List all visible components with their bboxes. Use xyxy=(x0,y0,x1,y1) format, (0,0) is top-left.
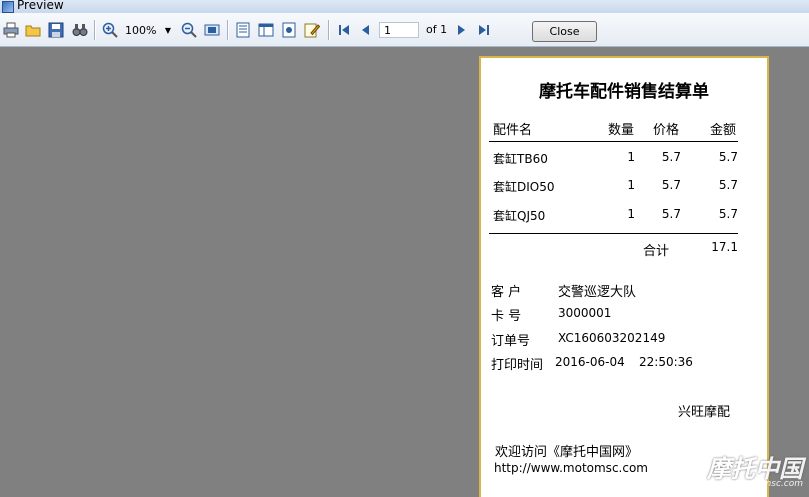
print-icon[interactable] xyxy=(2,21,20,39)
open-folder-icon[interactable] xyxy=(24,21,42,39)
properties-icon[interactable] xyxy=(280,21,298,39)
edit-icon[interactable] xyxy=(303,21,321,39)
chevron-down-icon: ▼ xyxy=(164,26,171,35)
row-amount: 5.7 xyxy=(718,207,738,221)
header-amount: 金额 xyxy=(710,123,737,138)
page-count-label: of 1 xyxy=(426,23,448,36)
receipt-page: 摩托车配件销售结算单 配件名 数量 价格 金额 套缸TB60 1 5.7 5.7… xyxy=(479,56,769,497)
site-watermark: 摩托中国 motomsc.com xyxy=(659,453,803,493)
save-icon[interactable] xyxy=(47,21,65,39)
fit-page-icon[interactable] xyxy=(203,21,221,39)
row-price: 5.7 xyxy=(661,207,681,221)
website-url: http://www.motomsc.com xyxy=(494,461,648,475)
watermark-text: 摩托中国 xyxy=(707,455,803,483)
header-divider xyxy=(489,141,738,142)
toolbar-separator xyxy=(328,20,330,40)
print-time-label: 打印时间 xyxy=(491,358,544,373)
order-value: XC160603202149 xyxy=(558,331,666,345)
page-setup-icon[interactable] xyxy=(234,21,252,39)
order-label: 订单号 xyxy=(491,334,531,349)
row-part-name: 套缸DIO50 xyxy=(493,180,555,194)
next-page-icon[interactable] xyxy=(452,21,470,39)
header-part-name: 配件名 xyxy=(493,123,533,138)
row-part-name: 套缸QJ50 xyxy=(493,209,546,223)
app-icon xyxy=(2,1,14,13)
page-number-input[interactable]: 1 xyxy=(379,22,419,38)
layout-icon[interactable] xyxy=(257,21,275,39)
row-amount: 5.7 xyxy=(718,178,738,192)
last-page-icon[interactable] xyxy=(475,21,493,39)
shop-name: 兴旺摩配 xyxy=(678,405,731,420)
previous-page-icon[interactable] xyxy=(357,21,375,39)
row-quantity: 1 xyxy=(627,150,635,164)
zoom-select[interactable]: 100% ▼ xyxy=(125,22,173,39)
zoom-in-icon[interactable] xyxy=(101,21,119,39)
row-price: 5.7 xyxy=(661,150,681,164)
close-button[interactable]: Close xyxy=(532,21,597,42)
total-label: 合计 xyxy=(643,244,670,259)
zoom-out-icon[interactable] xyxy=(180,21,198,39)
header-quantity: 数量 xyxy=(608,123,635,138)
customer-label: 客 户 xyxy=(491,285,522,300)
header-price: 价格 xyxy=(653,123,680,138)
card-value: 3000001 xyxy=(558,306,612,320)
toolbar-separator xyxy=(227,20,229,40)
find-binoculars-icon[interactable] xyxy=(71,21,89,39)
window-titlebar: Preview xyxy=(0,0,809,13)
total-divider xyxy=(489,233,738,234)
print-time: 22:50:36 xyxy=(639,355,693,369)
total-value: 17.1 xyxy=(711,240,738,254)
motorcycle-logo-icon xyxy=(659,464,703,488)
row-part-name: 套缸TB60 xyxy=(493,152,548,166)
row-quantity: 1 xyxy=(627,178,635,192)
toolbar-separator xyxy=(94,20,96,40)
preview-toolbar: 100% ▼ 1 of 1 Close xyxy=(0,13,809,47)
window-title: Preview xyxy=(17,0,64,12)
customer-value: 交警巡逻大队 xyxy=(558,285,637,300)
row-amount: 5.7 xyxy=(718,150,738,164)
first-page-icon[interactable] xyxy=(335,21,353,39)
print-date: 2016-06-04 xyxy=(555,355,625,369)
row-price: 5.7 xyxy=(661,178,681,192)
receipt-title: 摩托车配件销售结算单 xyxy=(539,82,709,102)
welcome-text: 欢迎访问《摩托中国网》 xyxy=(495,445,639,460)
row-quantity: 1 xyxy=(627,207,635,221)
card-label: 卡 号 xyxy=(491,309,522,324)
zoom-value: 100% xyxy=(125,24,157,37)
